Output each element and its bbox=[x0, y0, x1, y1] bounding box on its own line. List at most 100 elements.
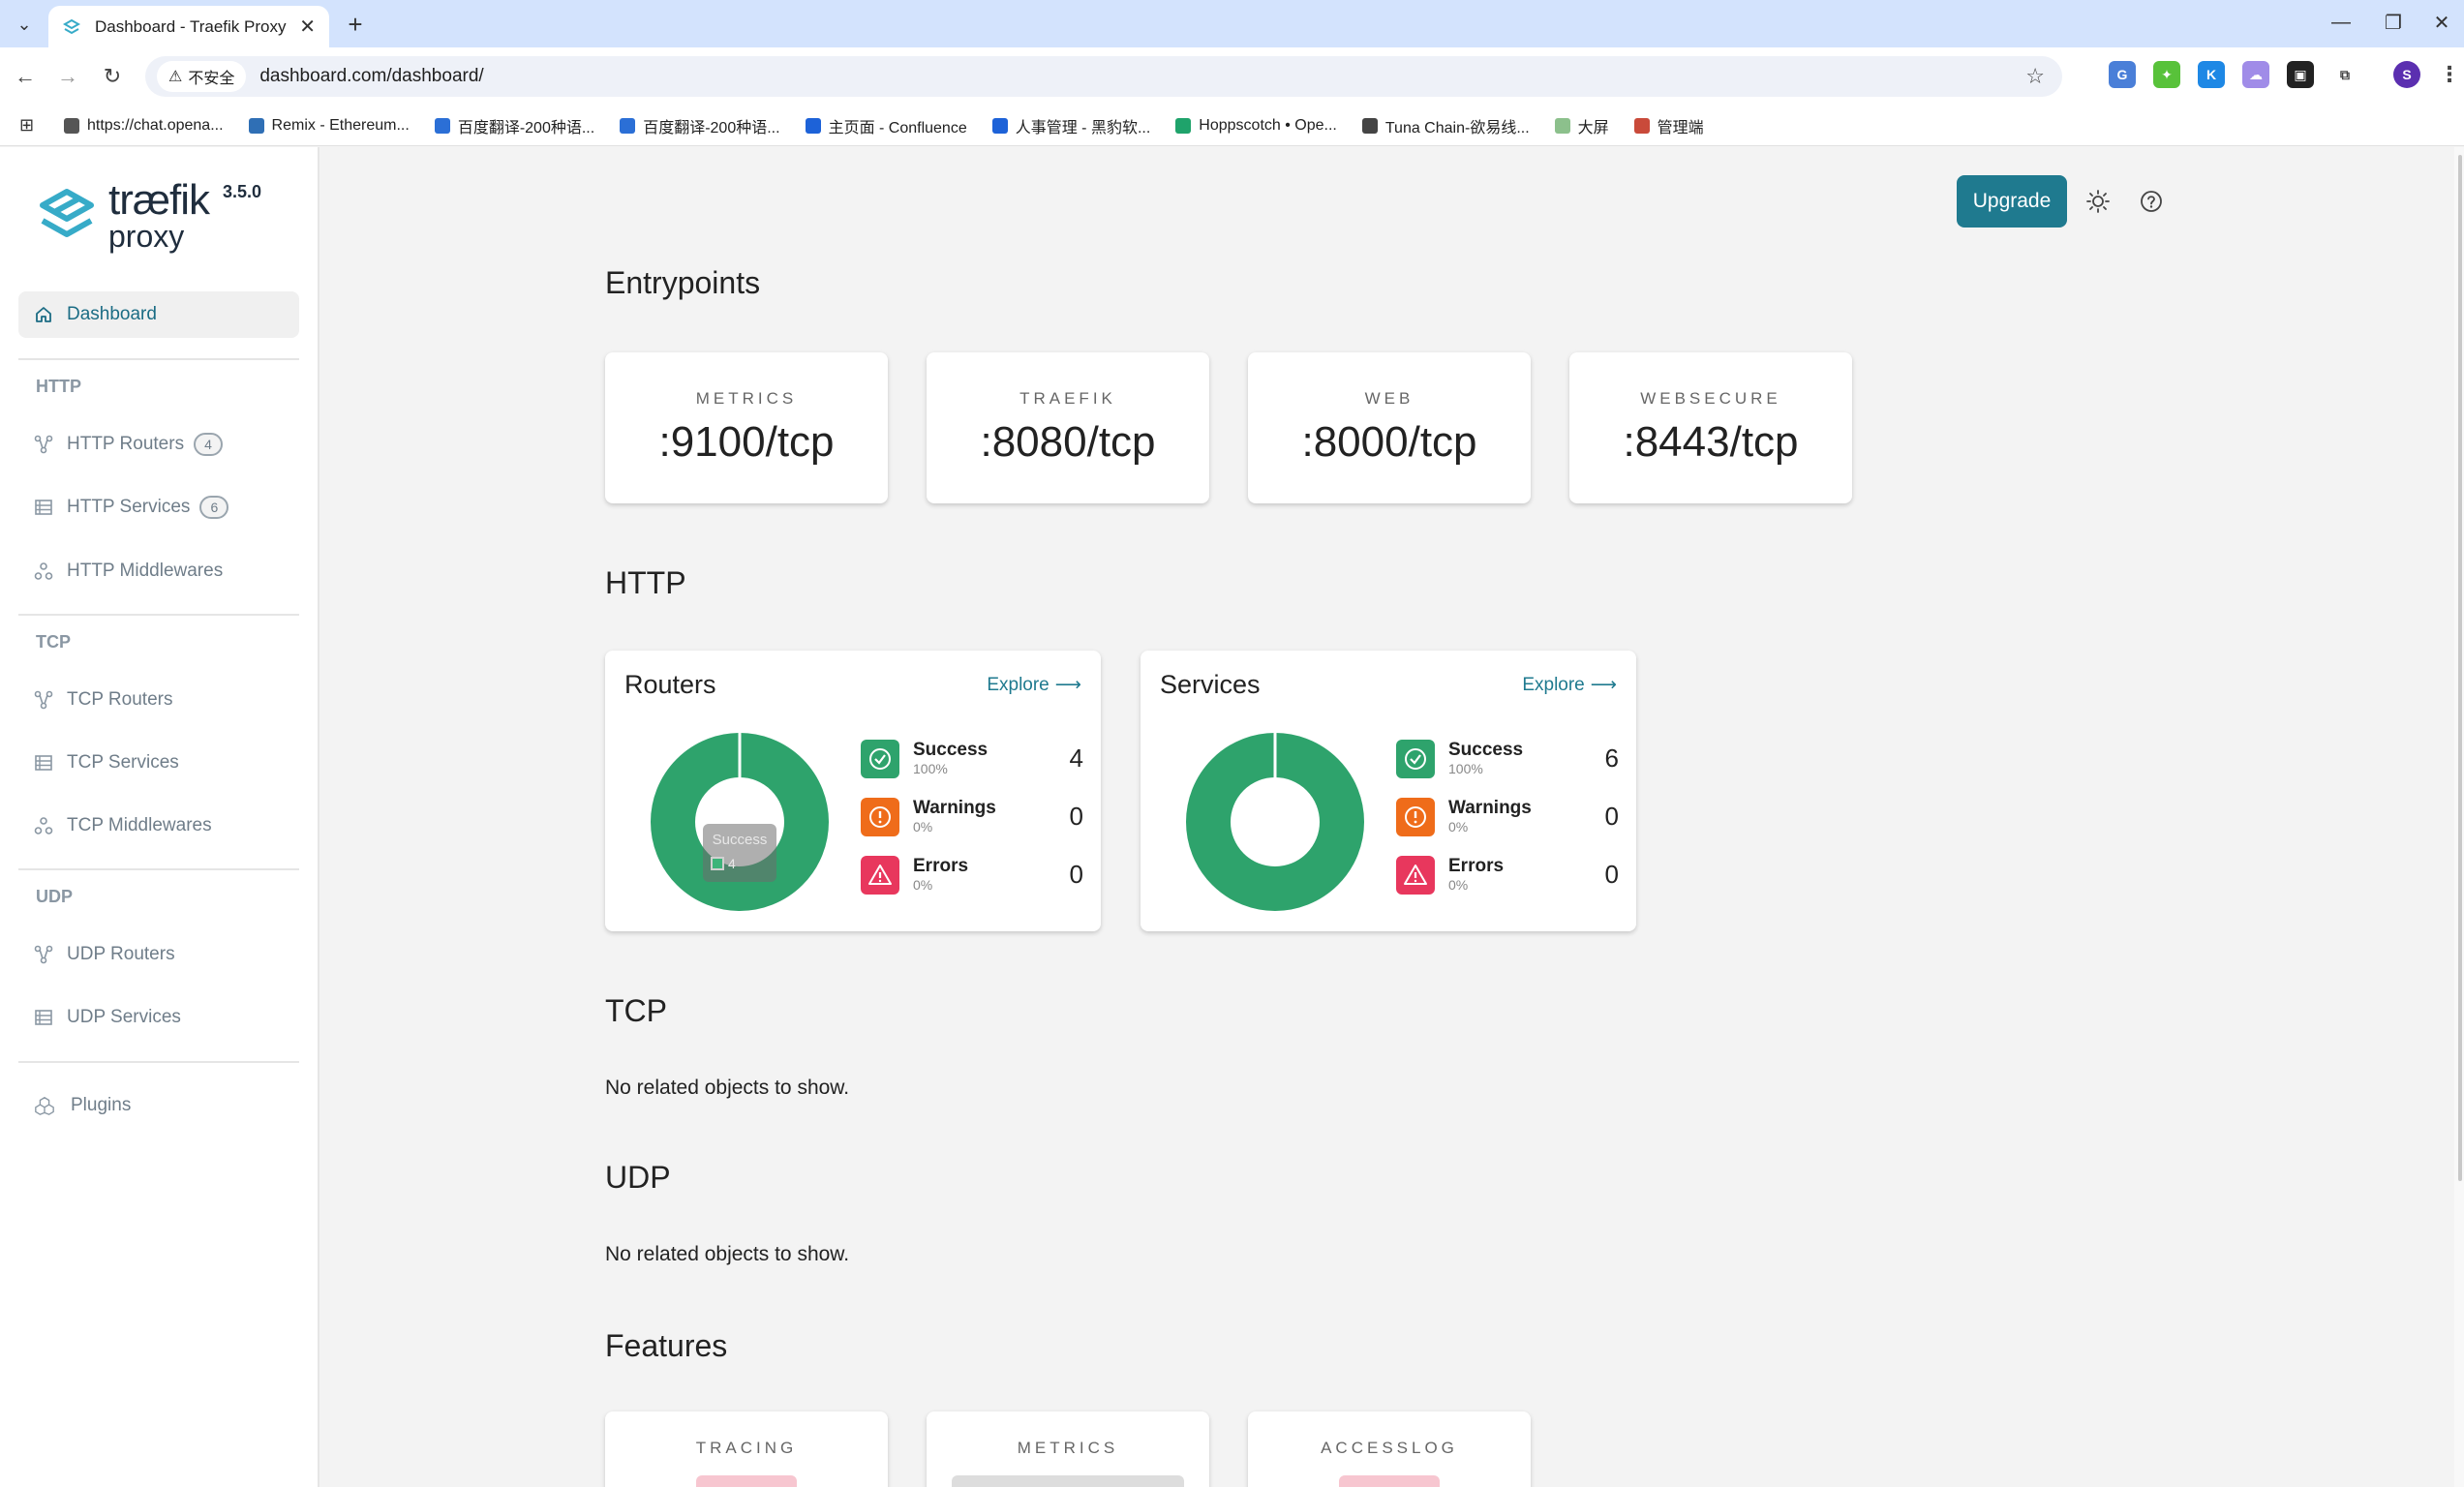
sidebar-item-tcp-services[interactable]: TCP Services bbox=[34, 748, 179, 777]
entrypoints-heading: Entrypoints bbox=[605, 265, 761, 300]
explore-routers-link[interactable]: Explore ⟶ bbox=[987, 674, 1081, 696]
bookmark-star-icon[interactable]: ☆ bbox=[2025, 64, 2045, 89]
bookmark-item[interactable]: Tuna Chain-欲易线... bbox=[1361, 114, 1530, 137]
routers-donut-chart[interactable] bbox=[648, 730, 832, 914]
entrypoint-card[interactable]: WEB :8000/tcp bbox=[1248, 352, 1531, 503]
error-triangle-icon bbox=[1396, 856, 1435, 895]
stat-row-warnings: Warnings 0% 0 bbox=[1396, 796, 1619, 838]
sidebar-item-label: HTTP Routers bbox=[67, 434, 185, 454]
bookmark-item[interactable]: Hoppscotch • Ope... bbox=[1175, 117, 1337, 135]
back-icon[interactable]: ← bbox=[10, 61, 41, 92]
stat-row-success: Success 100% 6 bbox=[1396, 738, 1619, 780]
sidebar-item-udp-services[interactable]: UDP Services bbox=[34, 1003, 181, 1032]
bookmark-label: 人事管理 - 黑豹软... bbox=[1015, 119, 1151, 137]
security-chip[interactable]: ⚠ 不安全 bbox=[157, 61, 247, 92]
count-badge: 6 bbox=[199, 496, 229, 519]
section-http: HTTP bbox=[36, 377, 81, 396]
services-donut-chart[interactable] bbox=[1183, 730, 1367, 914]
profile-avatar[interactable]: S bbox=[2393, 61, 2420, 88]
check-circle-icon bbox=[1396, 740, 1435, 778]
sidebar-item-dashboard[interactable]: Dashboard bbox=[18, 291, 299, 338]
sidebar-item-plugins[interactable]: Plugins bbox=[34, 1091, 131, 1120]
stat-percent: 100% bbox=[913, 761, 948, 776]
tab-search-chevron-icon[interactable]: ⌄ bbox=[10, 10, 39, 39]
translate-extension-icon[interactable]: G bbox=[2109, 61, 2136, 88]
bookmark-item[interactable]: 百度翻译-200种语... bbox=[620, 114, 780, 137]
sidebar-item-label: HTTP Services bbox=[67, 497, 191, 517]
http-heading: HTTP bbox=[605, 565, 686, 600]
help-icon[interactable] bbox=[2134, 184, 2169, 219]
warning-triangle-icon: ⚠ bbox=[168, 69, 183, 85]
bookmark-item[interactable]: 大屏 bbox=[1554, 114, 1609, 137]
traefik-logo[interactable]: træfik proxy 3.5.0 bbox=[37, 176, 289, 254]
bookmark-label: 百度翻译-200种语... bbox=[643, 119, 780, 137]
entrypoint-card[interactable]: TRAEFIK :8080/tcp bbox=[927, 352, 1209, 503]
stat-row-warnings: Warnings 0% 0 bbox=[861, 796, 1083, 838]
green-extension-icon[interactable]: ✦ bbox=[2153, 61, 2180, 88]
bookmark-label: 大屏 bbox=[1577, 119, 1609, 137]
feature-status-pill bbox=[1339, 1475, 1440, 1487]
error-triangle-icon bbox=[861, 856, 899, 895]
router-icon bbox=[34, 435, 55, 454]
forward-icon[interactable]: → bbox=[52, 61, 83, 92]
bookmark-item[interactable]: 百度翻译-200种语... bbox=[434, 114, 594, 137]
stat-count: 4 bbox=[1069, 744, 1083, 773]
http-services-card: Services Explore ⟶ Success 100% 6 Warnin… bbox=[1141, 651, 1636, 931]
logo-wordmark: træfik bbox=[108, 176, 210, 224]
sidebar-item-http-middlewares[interactable]: HTTP Middlewares bbox=[34, 557, 223, 586]
plugins-icon bbox=[34, 1095, 55, 1116]
bookmark-item[interactable]: 管理端 bbox=[1633, 114, 1704, 137]
scrollbar-thumb[interactable] bbox=[2458, 155, 2462, 1181]
sidebar-item-label: TCP Middlewares bbox=[67, 815, 212, 835]
logo-subtitle: proxy bbox=[108, 219, 185, 254]
bookmark-favicon-icon bbox=[620, 117, 636, 134]
bookmark-label: Hoppscotch • Ope... bbox=[1199, 116, 1337, 134]
bookmark-favicon-icon bbox=[805, 117, 821, 134]
entrypoint-card[interactable]: WEBSECURE :8443/tcp bbox=[1569, 352, 1852, 503]
browser-tab[interactable]: Dashboard - Traefik Proxy ✕ bbox=[48, 6, 329, 47]
bookmark-favicon-icon bbox=[1633, 117, 1650, 134]
bookmark-item[interactable]: 人事管理 - 黑豹软... bbox=[991, 114, 1151, 137]
divider bbox=[18, 868, 299, 870]
tab-close-icon[interactable]: ✕ bbox=[299, 15, 316, 39]
reload-icon[interactable]: ↻ bbox=[97, 61, 128, 92]
entrypoint-name: TRAEFIK bbox=[1019, 389, 1116, 408]
dark-extension-icon[interactable]: ▣ bbox=[2287, 61, 2314, 88]
bookmark-item[interactable]: 主页面 - Confluence bbox=[805, 114, 967, 137]
security-label: 不安全 bbox=[188, 71, 235, 87]
restore-icon[interactable]: ❐ bbox=[2372, 8, 2415, 37]
extensions-puzzle-icon[interactable]: ⧉ bbox=[2331, 61, 2358, 88]
sidebar-item-http-services[interactable]: HTTP Services 6 bbox=[34, 493, 229, 522]
arrow-right-icon: ⟶ bbox=[1054, 675, 1081, 695]
entrypoint-card[interactable]: METRICS :9100/tcp bbox=[605, 352, 888, 503]
sidebar-item-tcp-routers[interactable]: TCP Routers bbox=[34, 685, 172, 714]
sidebar-item-label: TCP Services bbox=[67, 752, 179, 773]
k-extension-icon[interactable]: K bbox=[2198, 61, 2225, 88]
bookmark-label: Tuna Chain-欲易线... bbox=[1384, 119, 1530, 137]
theme-sun-icon[interactable] bbox=[2081, 184, 2115, 219]
udp-heading: UDP bbox=[605, 1160, 671, 1195]
window-close-icon[interactable]: ✕ bbox=[2420, 8, 2463, 37]
services-list-icon bbox=[34, 753, 55, 773]
router-icon bbox=[34, 690, 55, 710]
stat-percent: 0% bbox=[1448, 877, 1469, 893]
address-bar[interactable]: ⚠ 不安全 dashboard.com/dashboard/ ☆ bbox=[145, 56, 2062, 97]
sidebar-item-http-routers[interactable]: HTTP Routers 4 bbox=[34, 430, 224, 459]
bookmark-item[interactable]: https://chat.opena... bbox=[64, 117, 224, 135]
minimize-icon[interactable]: — bbox=[2320, 8, 2362, 37]
stat-percent: 0% bbox=[1448, 819, 1469, 835]
cloud-extension-icon[interactable]: ☁ bbox=[2242, 61, 2269, 88]
apps-grid-icon[interactable]: ⊞ bbox=[19, 115, 41, 136]
browser-menu-icon[interactable]: ⋮ bbox=[2436, 61, 2463, 88]
url-text[interactable]: dashboard.com/dashboard/ bbox=[259, 66, 483, 87]
bookmark-item[interactable]: Remix - Ethereum... bbox=[248, 117, 410, 135]
upgrade-button[interactable]: Upgrade bbox=[1957, 175, 2067, 228]
new-tab-button[interactable]: + bbox=[341, 10, 370, 39]
entrypoint-address: :9100/tcp bbox=[658, 418, 835, 466]
version-label: 3.5.0 bbox=[223, 182, 262, 201]
explore-services-link[interactable]: Explore ⟶ bbox=[1522, 674, 1617, 696]
tcp-empty-message: No related objects to show. bbox=[605, 1077, 850, 1099]
sidebar-item-udp-routers[interactable]: UDP Routers bbox=[34, 940, 175, 969]
stat-percent: 0% bbox=[913, 877, 933, 893]
sidebar-item-tcp-middlewares[interactable]: TCP Middlewares bbox=[34, 811, 212, 840]
